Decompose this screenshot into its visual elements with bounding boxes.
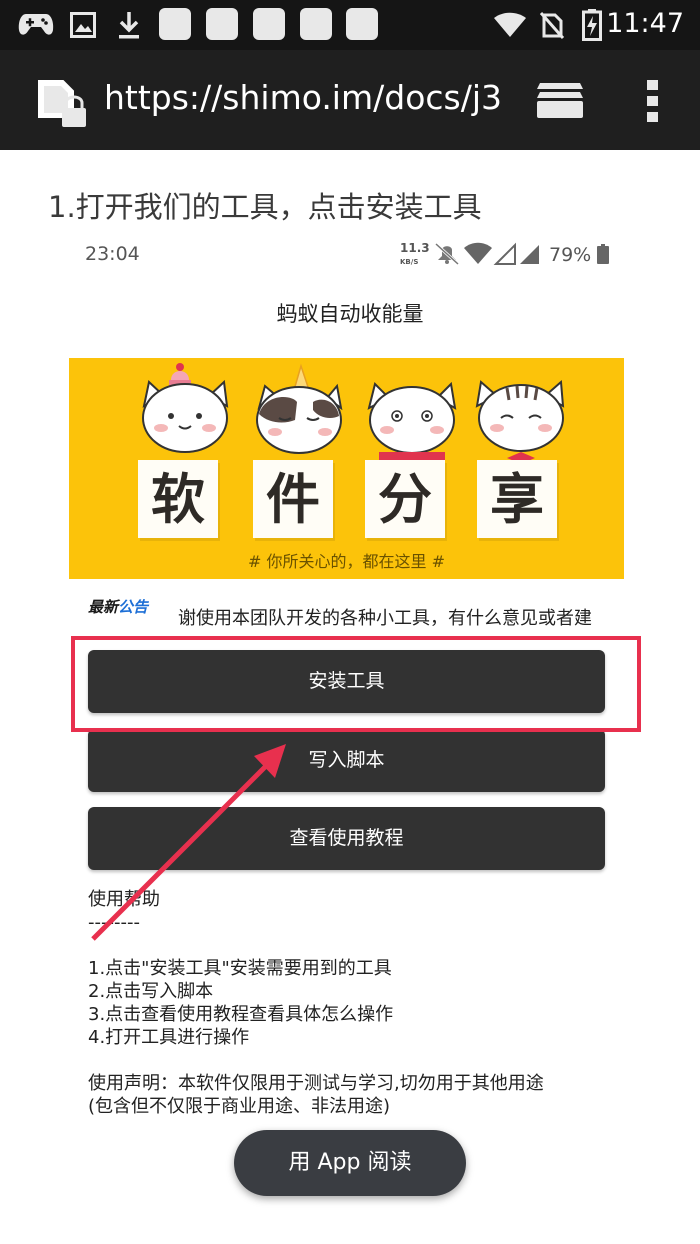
no-sim-icon bbox=[540, 12, 564, 39]
app-placeholder-icon bbox=[253, 8, 285, 40]
net-speed-value: 11.3 bbox=[400, 241, 430, 255]
notice-label-a: 最新 bbox=[88, 598, 119, 616]
cat-with-party-hat bbox=[256, 363, 343, 454]
bell-off-icon bbox=[434, 242, 460, 266]
write-script-button[interactable]: 写入脚本 bbox=[88, 729, 605, 792]
help-step: 1.点击"安装工具"安装需要用到的工具 bbox=[88, 958, 392, 979]
cat-with-stripes bbox=[367, 381, 457, 468]
screenshot-time: 23:04 bbox=[85, 243, 140, 265]
page-lock-icon[interactable] bbox=[36, 78, 90, 130]
download-icon bbox=[119, 12, 139, 39]
app-placeholder-icon bbox=[206, 8, 238, 40]
help-section: 使用帮助 -------- 1.点击"安装工具"安装需要用到的工具 2.点击写入… bbox=[88, 888, 544, 1118]
notice-label: 最新公告 bbox=[88, 596, 148, 617]
signal-icon bbox=[520, 245, 539, 264]
disclaimer-line: (包含但不仅限于商业用途、非法用途) bbox=[88, 1096, 391, 1117]
help-step: 4.打开工具进行操作 bbox=[88, 1027, 250, 1048]
status-bar: 11:47 bbox=[0, 0, 700, 50]
gamepad-icon bbox=[18, 14, 54, 35]
highlight-box bbox=[71, 636, 641, 732]
app-title: 蚂蚁自动收能量 bbox=[276, 302, 424, 326]
app-placeholder-icon bbox=[346, 8, 378, 40]
open-in-app-button[interactable]: 用 App 阅读 bbox=[234, 1130, 466, 1196]
banner-char-2: 件 bbox=[253, 460, 333, 538]
wifi-icon bbox=[494, 12, 526, 37]
help-title: 使用帮助 bbox=[88, 889, 160, 910]
net-speed-unit: KB/S bbox=[400, 258, 418, 266]
banner-char-4: 享 bbox=[477, 460, 557, 538]
more-vert-icon[interactable] bbox=[644, 80, 662, 122]
status-time: 11:47 bbox=[606, 8, 684, 39]
app-placeholder-icon bbox=[159, 8, 191, 40]
view-tutorial-button[interactable]: 查看使用教程 bbox=[88, 807, 605, 870]
banner-char-3: 分 bbox=[365, 460, 445, 538]
wifi-small-icon bbox=[464, 242, 492, 264]
browser-url-bar: https://shimo.im/docs/j3 bbox=[0, 50, 700, 150]
cat-with-bow bbox=[475, 379, 565, 464]
notice-label-b: 公告 bbox=[118, 598, 149, 616]
screenshot-battery: 79% bbox=[549, 244, 610, 266]
battery-icon bbox=[597, 244, 610, 264]
tabs-icon[interactable] bbox=[535, 80, 585, 120]
signal-outline-icon bbox=[493, 242, 516, 265]
notice-marquee: 谢使用本团队开发的各种小工具，有什么意见或者建 bbox=[178, 608, 592, 629]
software-share-banner: 软 件 分 享 # 你所关心的，都在这里 # bbox=[69, 358, 624, 579]
image-icon bbox=[70, 12, 96, 38]
cat-with-cupcake bbox=[142, 363, 229, 453]
banner-char-1: 软 bbox=[138, 460, 218, 538]
battery-charging-icon bbox=[582, 9, 602, 41]
disclaimer-line: 使用声明：本软件仅限用于测试与学习,切勿用于其他用途 bbox=[88, 1073, 544, 1094]
app-placeholder-icon bbox=[300, 8, 332, 40]
doc-heading: 1.打开我们的工具，点击安装工具 bbox=[48, 190, 482, 224]
banner-tagline: # 你所关心的，都在这里 # bbox=[248, 552, 445, 571]
battery-percent: 79% bbox=[549, 244, 592, 266]
help-step: 3.点击查看使用教程查看具体怎么操作 bbox=[88, 1004, 394, 1025]
help-step: 2.点击写入脚本 bbox=[88, 981, 214, 1002]
help-divider: -------- bbox=[88, 912, 140, 933]
url-field[interactable]: https://shimo.im/docs/j3 bbox=[104, 78, 504, 117]
